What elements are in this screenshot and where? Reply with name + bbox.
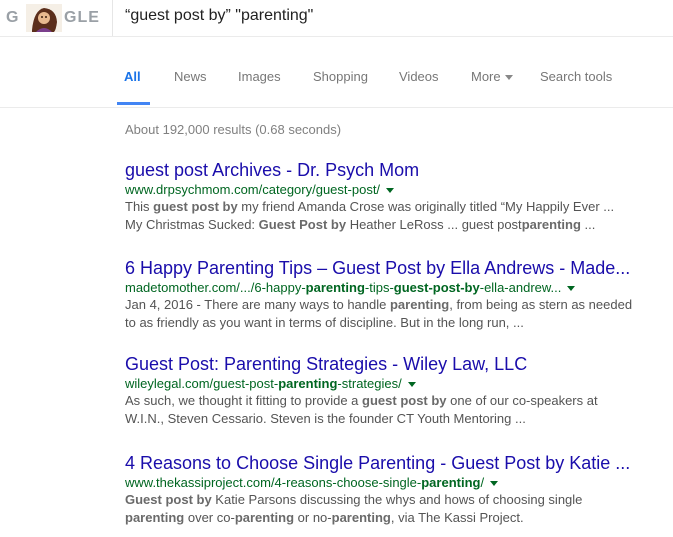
result-title-link[interactable]: 6 Happy Parenting Tips – Guest Post by E… xyxy=(125,257,665,279)
result-title-link[interactable]: 4 Reasons to Choose Single Parenting - G… xyxy=(125,452,665,474)
logo-letters-gle: GLE xyxy=(64,9,100,26)
snippet-line: This guest post by my friend Amanda Cros… xyxy=(125,199,615,214)
search-tabs: All News Images Shopping Videos More Sea… xyxy=(0,37,673,108)
chevron-down-icon xyxy=(504,75,513,81)
caret-down-icon[interactable] xyxy=(407,382,416,388)
caret-down-icon[interactable] xyxy=(386,188,395,194)
tab-all[interactable]: All xyxy=(124,69,141,84)
result-url: www.drpsychmom.com/category/guest-post/ xyxy=(125,181,665,198)
search-result: 6 Happy Parenting Tips – Guest Post by E… xyxy=(125,257,665,332)
search-query-text: “guest post by” "parenting" xyxy=(125,7,314,24)
snippet-line: My Christmas Sucked: Guest Post by Heath… xyxy=(125,217,596,232)
snippet-line: W.I.N., Steven Cessario. Steven is the f… xyxy=(125,411,526,426)
result-title-link[interactable]: guest post Archives - Dr. Psych Mom xyxy=(125,159,665,181)
snippet-line: parenting over co-parenting or no-parent… xyxy=(125,510,524,525)
logo-letter-g: G xyxy=(6,9,20,26)
snippet-line: to as friendly as you want in terms of d… xyxy=(125,315,524,330)
result-url: www.thekassiproject.com/4-reasons-choose… xyxy=(125,474,665,491)
header: G GLE “guest post by” "parenting" xyxy=(0,0,673,37)
search-input[interactable]: “guest post by” "parenting" xyxy=(112,0,673,36)
result-snippet: Guest post by Katie Parsons discussing t… xyxy=(125,491,665,527)
tab-more-label: More xyxy=(471,69,501,84)
result-url-text: www.drpsychmom.com/category/guest-post/ xyxy=(125,182,381,197)
tab-more[interactable]: More xyxy=(471,69,513,84)
snippet-line: Guest post by Katie Parsons discussing t… xyxy=(125,492,583,507)
result-stats: About 192,000 results (0.68 seconds) xyxy=(125,122,342,137)
snippet-line: Jan 4, 2016 - There are many ways to han… xyxy=(125,297,633,312)
caret-down-icon[interactable] xyxy=(490,481,499,487)
doodle-portrait-icon xyxy=(26,4,62,32)
result-title-link[interactable]: Guest Post: Parenting Strategies - Wiley… xyxy=(125,353,665,375)
tab-videos[interactable]: Videos xyxy=(399,69,439,84)
google-doodle-logo[interactable]: G GLE xyxy=(4,4,100,32)
active-tab-indicator xyxy=(117,102,150,105)
snippet-line: As such, we thought it fitting to provid… xyxy=(125,393,598,408)
search-result: Guest Post: Parenting Strategies - Wiley… xyxy=(125,353,665,428)
result-snippet: This guest post by my friend Amanda Cros… xyxy=(125,198,665,234)
caret-down-icon[interactable] xyxy=(567,286,576,292)
search-result: guest post Archives - Dr. Psych Mom www.… xyxy=(125,159,665,234)
tab-images[interactable]: Images xyxy=(238,69,281,84)
result-snippet: As such, we thought it fitting to provid… xyxy=(125,392,665,428)
result-snippet: Jan 4, 2016 - There are many ways to han… xyxy=(125,296,665,332)
tab-shopping[interactable]: Shopping xyxy=(313,69,368,84)
result-url: madetomother.com/.../6-happy-parenting-t… xyxy=(125,279,665,296)
search-result: 4 Reasons to Choose Single Parenting - G… xyxy=(125,452,665,527)
tab-search-tools[interactable]: Search tools xyxy=(540,69,612,84)
result-url: wileylegal.com/guest-post-parenting-stra… xyxy=(125,375,665,392)
tab-news[interactable]: News xyxy=(174,69,207,84)
